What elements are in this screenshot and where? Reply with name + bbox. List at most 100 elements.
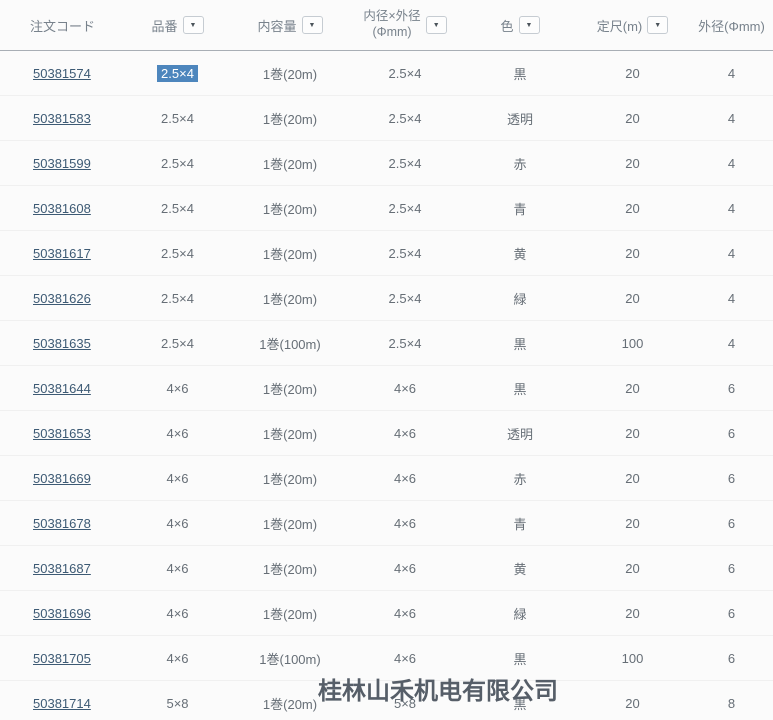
inner-outer-diameter-filter-button[interactable]: ▼ <box>426 16 447 34</box>
table-header: 注文コード 品番 ▼ 内容量 ▼ 内径×外径 (Φmm) ▼ 色 ▼ 定尺(m)… <box>0 0 773 51</box>
inner-outer-diameter-value: 2.5×4 <box>389 156 422 171</box>
order-code-link[interactable]: 50381608 <box>33 201 91 216</box>
part-number-value: 4×6 <box>166 606 188 621</box>
column-header-color: 色 ▼ <box>465 16 575 35</box>
capacity-value: 1巻(20m) <box>263 202 317 217</box>
length-value: 100 <box>622 651 644 666</box>
color-value: 黄 <box>513 562 526 577</box>
chevron-down-icon: ▼ <box>526 22 533 29</box>
order-code-link[interactable]: 50381653 <box>33 426 91 441</box>
outer-diameter-value: 6 <box>728 606 735 621</box>
part-number-value: 2.5×4 <box>161 111 194 126</box>
length-value: 20 <box>625 156 639 171</box>
length-value: 20 <box>625 561 639 576</box>
part-number-value: 2.5×4 <box>161 201 194 216</box>
table-row: 50381705 4×6 1巻(100m) 4×6 黒 100 6 <box>0 636 773 681</box>
part-number-filter-button[interactable]: ▼ <box>183 16 204 34</box>
order-code-link[interactable]: 50381583 <box>33 111 91 126</box>
order-code-link[interactable]: 50381574 <box>33 66 91 81</box>
chevron-down-icon: ▼ <box>654 22 661 29</box>
color-value: 透明 <box>507 112 533 127</box>
outer-diameter-value: 6 <box>728 426 735 441</box>
length-value: 20 <box>625 201 639 216</box>
length-value: 20 <box>625 66 639 81</box>
capacity-value: 1巻(100m) <box>259 337 320 352</box>
inner-outer-diameter-value: 4×6 <box>394 606 416 621</box>
column-header-label: 品番 <box>151 16 177 35</box>
order-code-link[interactable]: 50381626 <box>33 291 91 306</box>
column-header-outer-diameter: 外径(Φmm) <box>690 16 773 35</box>
part-number-value: 4×6 <box>166 561 188 576</box>
order-code-link[interactable]: 50381635 <box>33 336 91 351</box>
capacity-value: 1巻(20m) <box>263 472 317 487</box>
outer-diameter-value: 4 <box>728 291 735 306</box>
order-code-link[interactable]: 50381714 <box>33 696 91 711</box>
order-code-link[interactable]: 50381617 <box>33 246 91 261</box>
order-code-link[interactable]: 50381644 <box>33 381 91 396</box>
length-value: 20 <box>625 111 639 126</box>
part-number-value: 4×6 <box>166 426 188 441</box>
capacity-value: 1巻(20m) <box>263 697 317 712</box>
part-number-value: 4×6 <box>166 471 188 486</box>
capacity-value: 1巻(100m) <box>259 652 320 667</box>
color-value: 緑 <box>513 292 526 307</box>
length-filter-button[interactable]: ▼ <box>647 16 668 34</box>
part-number-value: 2.5×4 <box>157 65 198 82</box>
part-number-value: 4×6 <box>166 381 188 396</box>
outer-diameter-value: 4 <box>728 66 735 81</box>
inner-outer-diameter-value: 2.5×4 <box>389 201 422 216</box>
order-code-link[interactable]: 50381687 <box>33 561 91 576</box>
column-header-label: 内径×外径 (Φmm) <box>363 9 420 40</box>
color-value: 緑 <box>513 607 526 622</box>
column-header-length: 定尺(m) ▼ <box>575 16 690 35</box>
part-number-value: 4×6 <box>166 651 188 666</box>
table-row: 50381678 4×6 1巻(20m) 4×6 青 20 6 <box>0 501 773 546</box>
order-code-link[interactable]: 50381696 <box>33 606 91 621</box>
outer-diameter-value: 6 <box>728 561 735 576</box>
color-value: 青 <box>513 202 526 217</box>
color-value: 黒 <box>513 697 526 712</box>
column-header-label: 内容量 <box>257 16 296 35</box>
inner-outer-diameter-value: 4×6 <box>394 381 416 396</box>
outer-diameter-value: 6 <box>728 381 735 396</box>
inner-outer-diameter-value: 2.5×4 <box>389 66 422 81</box>
order-code-link[interactable]: 50381678 <box>33 516 91 531</box>
inner-outer-diameter-value: 2.5×4 <box>389 291 422 306</box>
length-value: 20 <box>625 696 639 711</box>
table-row: 50381687 4×6 1巻(20m) 4×6 黄 20 6 <box>0 546 773 591</box>
order-code-link[interactable]: 50381599 <box>33 156 91 171</box>
capacity-value: 1巻(20m) <box>263 517 317 532</box>
color-value: 黒 <box>513 652 526 667</box>
inner-outer-diameter-value: 4×6 <box>394 516 416 531</box>
chevron-down-icon: ▼ <box>433 22 440 29</box>
capacity-value: 1巻(20m) <box>263 382 317 397</box>
outer-diameter-value: 6 <box>728 516 735 531</box>
capacity-value: 1巻(20m) <box>263 607 317 622</box>
outer-diameter-value: 4 <box>728 156 735 171</box>
color-value: 青 <box>513 517 526 532</box>
table-row: 50381653 4×6 1巻(20m) 4×6 透明 20 6 <box>0 411 773 456</box>
color-filter-button[interactable]: ▼ <box>519 16 540 34</box>
column-header-label: 色 <box>500 16 513 35</box>
color-value: 透明 <box>507 427 533 442</box>
table-row: 50381617 2.5×4 1巻(20m) 2.5×4 黄 20 4 <box>0 231 773 276</box>
chevron-down-icon: ▼ <box>190 22 197 29</box>
length-value: 20 <box>625 471 639 486</box>
order-code-link[interactable]: 50381669 <box>33 471 91 486</box>
capacity-value: 1巻(20m) <box>263 247 317 262</box>
outer-diameter-value: 6 <box>728 471 735 486</box>
capacity-filter-button[interactable]: ▼ <box>302 16 323 34</box>
length-value: 100 <box>622 336 644 351</box>
capacity-value: 1巻(20m) <box>263 292 317 307</box>
table-row: 50381635 2.5×4 1巻(100m) 2.5×4 黒 100 4 <box>0 321 773 366</box>
capacity-value: 1巻(20m) <box>263 427 317 442</box>
table-row: 50381714 5×8 1巻(20m) 5×8 黒 20 8 <box>0 681 773 720</box>
capacity-value: 1巻(20m) <box>263 562 317 577</box>
inner-outer-diameter-value: 2.5×4 <box>389 246 422 261</box>
order-code-link[interactable]: 50381705 <box>33 651 91 666</box>
inner-outer-diameter-value: 4×6 <box>394 471 416 486</box>
length-value: 20 <box>625 381 639 396</box>
length-value: 20 <box>625 606 639 621</box>
part-number-value: 4×6 <box>166 516 188 531</box>
column-header-label: 注文コード <box>30 16 95 35</box>
